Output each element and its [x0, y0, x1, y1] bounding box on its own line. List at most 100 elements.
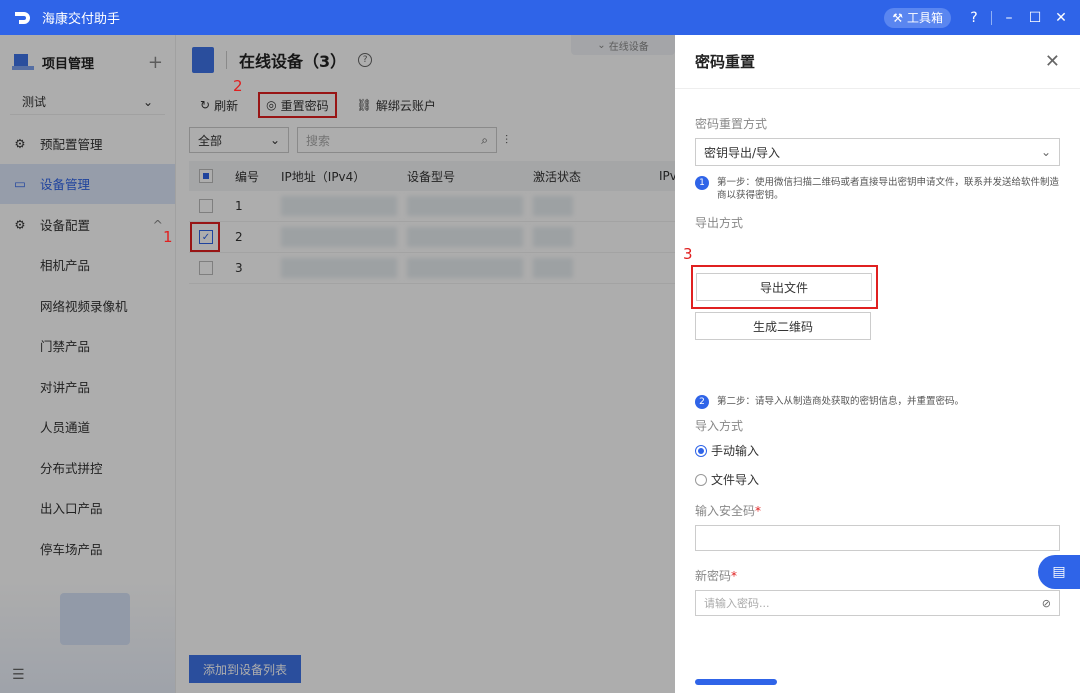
add-project-icon[interactable]: +: [148, 52, 163, 73]
radio-manual-input[interactable]: 手动输入: [695, 442, 1060, 459]
device-config-icon: ⚙: [14, 216, 26, 232]
sidebar-item-camera[interactable]: 相机产品: [0, 245, 175, 286]
filter-select-value: 全部: [198, 133, 223, 148]
maximize-icon[interactable]: ☐: [1022, 5, 1048, 31]
online-tab-label: 在线设备: [608, 41, 649, 53]
table-row[interactable]: 3: [189, 253, 675, 284]
search-icon: ⌕: [481, 132, 488, 147]
sidebar-item-label: 网络视频录像机: [40, 298, 128, 314]
column-settings-icon[interactable]: ⫶: [505, 133, 508, 148]
page-title: 在线设备（3）: [239, 52, 347, 71]
collapse-menu-icon[interactable]: ☰: [12, 667, 25, 683]
column-header-model[interactable]: 设备型号: [397, 168, 523, 185]
unbind-cloud-button[interactable]: ⛓ 解绑云账户: [351, 92, 442, 118]
required-mark: *: [755, 504, 762, 518]
export-label: 导出方式: [695, 216, 744, 230]
row-checkbox[interactable]: [199, 199, 213, 213]
wrench-icon: ⚒: [892, 10, 903, 25]
toolbox-button[interactable]: ⚒ 工具箱: [884, 7, 951, 28]
annotation-box-export: 导出文件: [691, 265, 878, 309]
sidebar-item-device-management[interactable]: ▭ 设备管理: [0, 163, 175, 204]
select-all-checkbox[interactable]: [199, 169, 213, 183]
export-file-button[interactable]: 导出文件: [696, 273, 872, 301]
radio-file-import[interactable]: 文件导入: [695, 471, 1060, 488]
device-icon: ▭: [14, 176, 26, 192]
refresh-label: 刷新: [214, 98, 239, 113]
sidebar-item-label: 相机产品: [40, 258, 91, 274]
chevron-down-icon: ⌄: [1040, 145, 1051, 159]
sidebar-item-label: 设备配置: [40, 217, 91, 233]
filter-row: 全部 ⌄ 搜索 ⌕ ⫶: [176, 125, 675, 155]
sidebar-item-label: 人员通道: [40, 420, 91, 436]
drawer-header: 密码重置 ✕: [675, 35, 1080, 89]
chat-support-icon[interactable]: ▤: [1038, 555, 1080, 589]
step-two-number: 2: [695, 395, 709, 409]
minimize-glyph: –: [1005, 9, 1013, 26]
search-placeholder: 搜索: [306, 133, 331, 148]
gear-cluster-icon: ⚙: [14, 135, 26, 151]
action-bar: ↻ 刷新 ◎ 重置密码 ⛓ 解绑云账户: [176, 85, 675, 125]
activation-cell: [533, 258, 573, 278]
project-select-value: 测试: [22, 95, 47, 109]
annotation-step-2: 2: [233, 77, 243, 95]
app-title: 海康交付助手: [42, 12, 121, 27]
chevron-up-icon: ^: [152, 216, 163, 232]
row-checkbox[interactable]: [199, 261, 213, 275]
radio-dot-selected: [695, 444, 707, 457]
online-devices-tab[interactable]: ⌄ 在线设备: [571, 35, 675, 55]
annotation-step-1: 1: [163, 228, 173, 246]
column-header-ip[interactable]: IP地址（IPv4）: [271, 168, 397, 185]
project-select[interactable]: 测试 ⌄: [10, 89, 165, 115]
password-reset-drawer: 密码重置 ✕ 密码重置方式 密钥导出/导入 ⌄ 1 第一步：使用微信扫描二维码或…: [675, 35, 1080, 693]
maximize-glyph: ☐: [1028, 9, 1042, 26]
column-header-number[interactable]: 编号: [225, 168, 271, 185]
close-window-icon[interactable]: ✕: [1048, 5, 1074, 31]
unbind-cloud-label: 解绑云账户: [375, 98, 436, 113]
sidebar-item-intercom[interactable]: 对讲产品: [0, 366, 175, 407]
generate-qr-button[interactable]: 生成二维码: [695, 312, 871, 340]
step-one: 1 第一步：使用微信扫描二维码或者直接导出密钥申请文件，联系并发送给软件制造商以…: [695, 176, 1060, 202]
add-to-device-list-button[interactable]: 添加到设备列表: [189, 655, 301, 683]
main-content: ⌄ 在线设备 在线设备（3） ? ↻ 刷新 ◎ 重置密码 ⛓ 解绑云账户 全部 …: [176, 35, 675, 693]
help-icon[interactable]: ?: [961, 5, 987, 31]
close-icon[interactable]: ✕: [1045, 51, 1060, 72]
security-code-input[interactable]: [695, 525, 1060, 551]
device-table: 编号 IP地址（IPv4） 设备型号 激活状态 IPv 1 ✓ 2 3: [189, 161, 675, 284]
table-row[interactable]: ✓ 2: [189, 222, 675, 253]
unlink-icon: ⛓: [356, 98, 372, 112]
sidebar-item-access-control[interactable]: 门禁产品: [0, 326, 175, 367]
eye-off-icon[interactable]: ⊘: [1042, 597, 1051, 610]
reset-password-button[interactable]: ◎ 重置密码: [258, 92, 337, 118]
new-password-input[interactable]: 请输入密码... ⊘: [695, 590, 1060, 616]
sidebar-item-parking[interactable]: 停车场产品: [0, 528, 175, 569]
sidebar-item-preconfig[interactable]: ⚙ 预配置管理: [0, 123, 175, 164]
sidebar-item-nvr[interactable]: 网络视频录像机: [0, 285, 175, 326]
ip-cell: [281, 196, 397, 216]
help-icon[interactable]: ?: [358, 53, 373, 67]
column-header-activation[interactable]: 激活状态: [523, 168, 649, 185]
sidebar-item-personnel-channel[interactable]: 人员通道: [0, 407, 175, 448]
minimize-icon[interactable]: –: [996, 5, 1022, 31]
project-icon: [12, 54, 34, 70]
sidebar-item-label: 设备管理: [40, 177, 91, 193]
project-header: 项目管理 +: [0, 35, 175, 89]
refresh-button[interactable]: ↻ 刷新: [194, 92, 244, 118]
table-row[interactable]: 1: [189, 191, 675, 222]
table-header: 编号 IP地址（IPv4） 设备型号 激活状态 IPv: [189, 161, 675, 191]
model-cell: [407, 227, 523, 247]
search-input[interactable]: 搜索 ⌕: [297, 127, 497, 153]
step-two-text: 第二步：请导入从制造商处获取的密钥信息，并重置密码。: [717, 396, 965, 407]
drawer-title: 密码重置: [695, 53, 756, 71]
column-header-ipv6[interactable]: IPv: [649, 169, 675, 183]
step-one-number: 1: [695, 176, 709, 190]
security-code-label-text: 输入安全码: [695, 504, 756, 518]
drawer-body: 密码重置方式 密钥导出/导入 ⌄ 1 第一步：使用微信扫描二维码或者直接导出密钥…: [675, 115, 1080, 231]
step-two: 2 第二步：请导入从制造商处获取的密钥信息，并重置密码。: [695, 395, 1060, 409]
filter-select[interactable]: 全部 ⌄: [189, 127, 289, 153]
sidebar-item-distributed-control[interactable]: 分布式拼控: [0, 447, 175, 488]
method-select[interactable]: 密钥导出/导入 ⌄: [695, 138, 1060, 166]
sidebar-item-device-config[interactable]: ⚙ 设备配置 ^: [0, 204, 175, 245]
ip-cell: [281, 258, 397, 278]
sidebar-item-entrance[interactable]: 出入口产品: [0, 488, 175, 529]
drawer-footer-button[interactable]: [695, 679, 777, 685]
